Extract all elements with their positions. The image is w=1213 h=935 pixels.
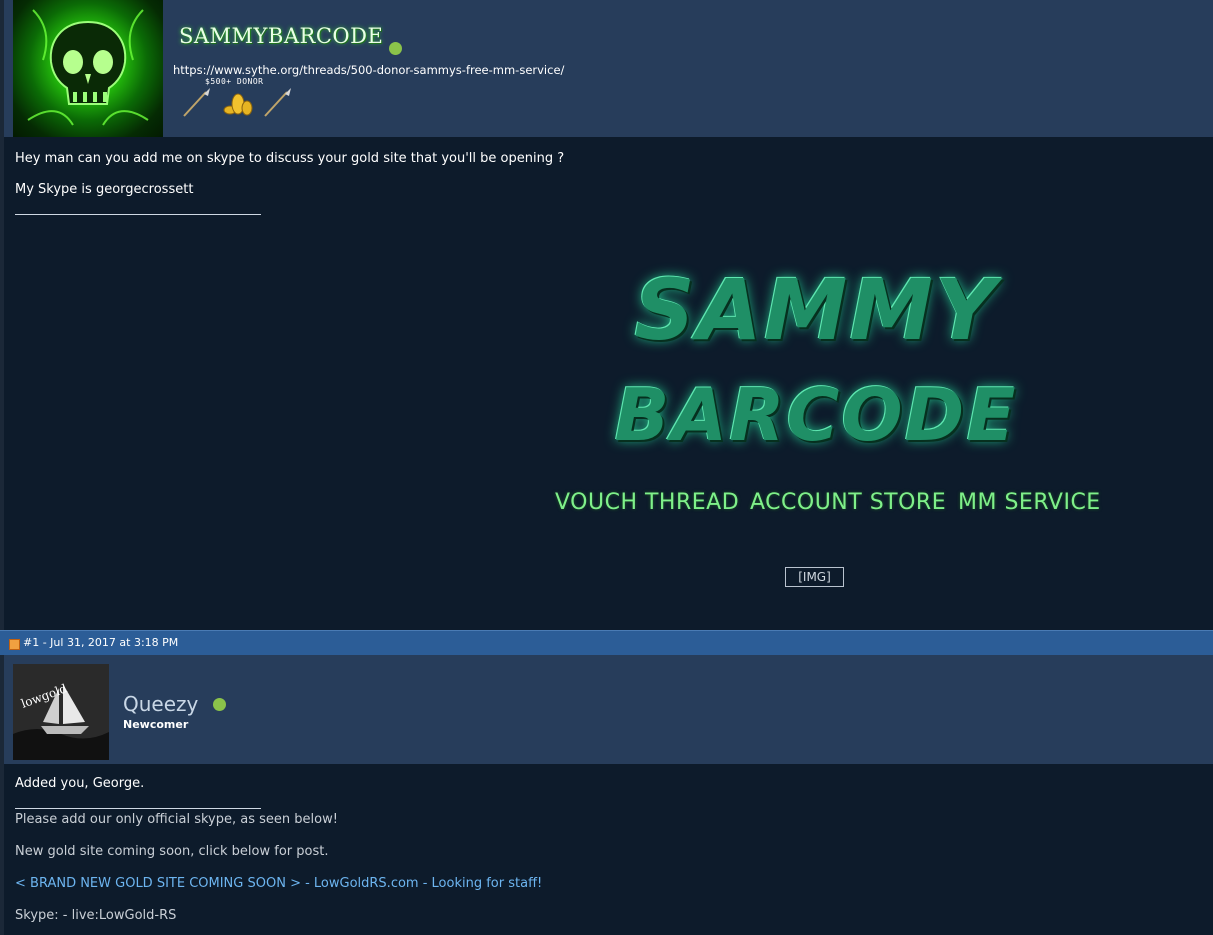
post1-user-header: SAMMYBARCODE https://www.sythe.org/threa… — [4, 0, 1213, 137]
online-status-icon — [213, 698, 226, 711]
signature-text: Please add our only official skype, as s… — [15, 812, 338, 827]
account-store-link[interactable]: ACCOUNT STORE — [750, 490, 946, 515]
donor-badge-label: $500+ DONOR — [205, 77, 264, 86]
post-icon — [9, 639, 20, 650]
post-permalink[interactable]: #1 - Jul 31, 2017 at 3:18 PM — [23, 636, 178, 649]
signature-divider — [15, 808, 261, 809]
skype-contact: Skype: - live:LowGold-RS — [15, 908, 177, 923]
sailboat-avatar-icon: lowgold — [13, 664, 109, 760]
signature-text: New gold site coming soon, click below f… — [15, 844, 329, 859]
dragon-spear-icon — [183, 88, 210, 117]
signature-banner: SAMMY BARCODE VOUCH THREAD ACCOUNT STORE… — [516, 220, 1116, 520]
gold-coins-icon — [223, 93, 253, 116]
gold-site-link[interactable]: < BRAND NEW GOLD SITE COMING SOON > - Lo… — [15, 876, 542, 891]
signature-link[interactable]: https://www.sythe.org/threads/500-donor-… — [173, 63, 564, 77]
post1-body: Hey man can you add me on skype to discu… — [4, 137, 1213, 630]
username[interactable]: Queezy — [123, 692, 198, 716]
post-meta-bar: #1 - Jul 31, 2017 at 3:18 PM — [0, 630, 1213, 655]
message-text: Added you, George. — [15, 776, 145, 791]
banner-title-line1: SAMMY — [634, 261, 998, 359]
message-text: Hey man can you add me on skype to discu… — [15, 151, 565, 166]
broken-image: [IMG] — [785, 567, 844, 587]
banner-title-line2: BARCODE — [614, 373, 1018, 457]
vouch-thread-link[interactable]: VOUCH THREAD — [555, 490, 739, 515]
skull-avatar-icon — [27, 9, 149, 126]
thread-page: SAMMYBARCODE https://www.sythe.org/threa… — [0, 0, 1213, 935]
user-avatar[interactable] — [13, 0, 163, 137]
post2-body: Added you, George. Please add our only o… — [4, 764, 1213, 935]
signature-divider — [15, 214, 261, 215]
dragon-spear-icon — [264, 88, 291, 117]
post2-user-header: lowgold Queezy Newcomer — [4, 655, 1213, 764]
user-avatar[interactable]: lowgold — [13, 664, 109, 760]
username[interactable]: SAMMYBARCODE — [179, 24, 383, 48]
message-text: My Skype is georgecrossett — [15, 182, 194, 197]
online-status-icon — [389, 42, 402, 55]
user-rank: Newcomer — [123, 718, 189, 731]
mm-service-link[interactable]: MM SERVICE — [958, 490, 1101, 515]
